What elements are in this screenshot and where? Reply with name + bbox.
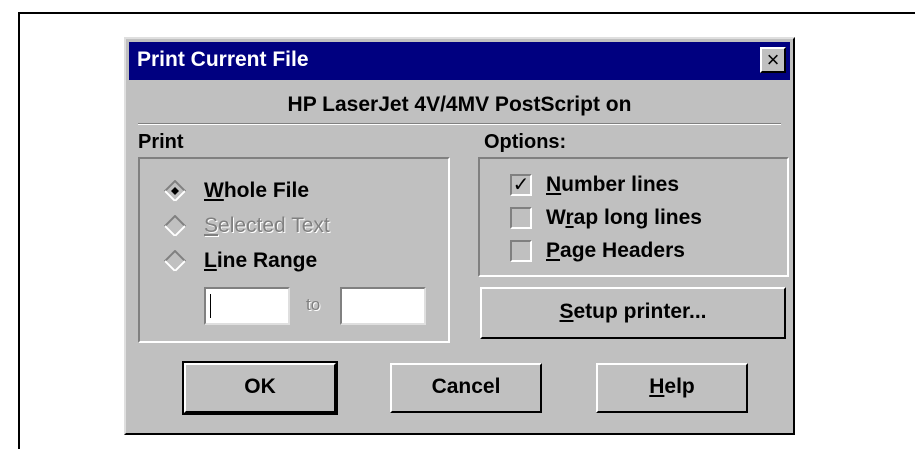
wrap-long-lines-label: Wrap long lines (546, 206, 702, 229)
checkmark-icon: ✓ (510, 174, 532, 196)
radio-selected-text-label: Selected Text (204, 214, 330, 237)
range-from-input[interactable] (204, 287, 290, 325)
help-mnemonic: H (649, 375, 665, 398)
title-bar: Print Current File × (129, 42, 790, 80)
text-cursor (210, 294, 211, 318)
radio-empty-icon (164, 215, 186, 237)
dialog-title: Print Current File (137, 48, 309, 71)
close-button[interactable]: × (760, 47, 786, 73)
radio-empty-icon (164, 250, 186, 272)
checkbox-empty-icon (510, 207, 532, 229)
radio-whole-file-label: Whole File (204, 179, 310, 202)
setup-printer-button[interactable]: Setup printer... (480, 287, 786, 339)
range-to-input[interactable] (340, 287, 426, 325)
close-icon: × (766, 47, 780, 72)
help-button[interactable]: Help (596, 363, 748, 413)
radio-selected-icon (164, 180, 186, 202)
range-to-label: to (306, 295, 321, 314)
print-current-file-dialog: Print Current File × HP LaserJet 4V/4MV … (124, 37, 795, 435)
page-frame-left-line (18, 12, 20, 449)
setup-label: etup printer... (573, 300, 707, 323)
setup-mnemonic: S (559, 300, 574, 323)
ok-button[interactable]: OK (182, 361, 338, 415)
radio-line-range-label: Line Range (204, 249, 318, 272)
page-frame-top-line (20, 12, 915, 14)
number-lines-label: Number lines (546, 173, 680, 196)
checkbox-empty-icon (510, 240, 532, 262)
help-label: elp (664, 375, 695, 398)
print-group-label: Print (138, 131, 184, 153)
header-separator (138, 123, 781, 125)
printer-name: HP LaserJet 4V/4MV PostScript on (287, 93, 632, 116)
cancel-button[interactable]: Cancel (390, 363, 542, 413)
page-headers-label: Page Headers (546, 239, 685, 262)
options-group-label: Options: (484, 131, 567, 153)
